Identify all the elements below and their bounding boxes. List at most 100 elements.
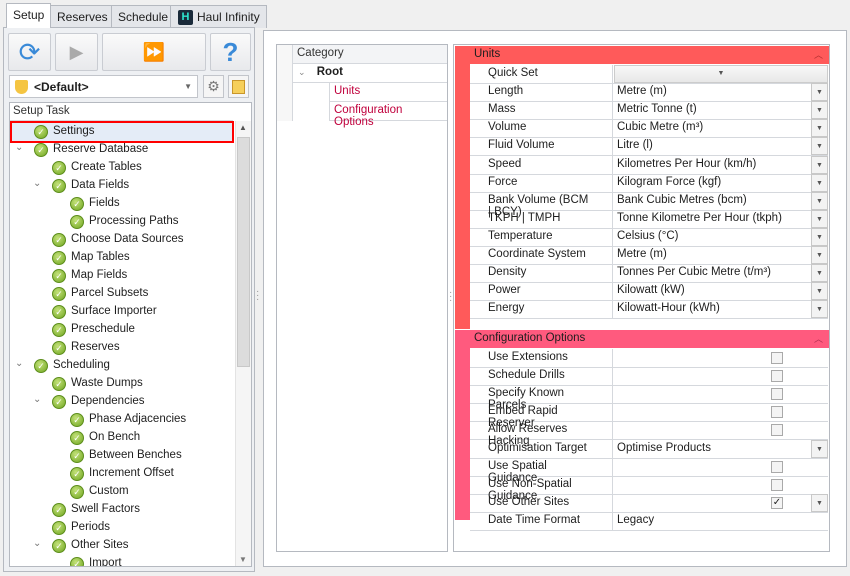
property-row[interactable]: Optimisation Target Optimise Products ▼ <box>470 439 828 459</box>
checkbox[interactable]: ✓ <box>771 496 783 509</box>
tree-item[interactable]: ✓ Map Tables <box>12 249 232 267</box>
chevron-down-icon[interactable]: ⌄ <box>33 538 41 549</box>
property-value[interactable]: Celsius (°C) <box>617 230 678 242</box>
dropdown-button[interactable]: ▼ <box>811 137 828 156</box>
property-row[interactable]: Fluid Volume Litre (l) ▼ <box>470 137 828 157</box>
dropdown-button[interactable]: ▼ <box>811 101 828 120</box>
tree-item[interactable]: ✓ Create Tables <box>12 159 232 177</box>
notes-button[interactable] <box>228 75 249 98</box>
tree-item[interactable]: ✓ Fields <box>12 195 232 213</box>
tree-item[interactable]: ✓ Processing Paths <box>12 213 232 231</box>
property-value[interactable]: Metric Tonne (t) <box>617 103 697 115</box>
dropdown-button[interactable]: ▼ <box>811 300 828 319</box>
splitter-handle[interactable]: · · · <box>449 288 452 306</box>
dropdown-button[interactable]: ▼ <box>811 493 828 512</box>
property-row[interactable]: Power Kilowatt (kW) ▼ <box>470 282 828 302</box>
tree-item[interactable]: ⌄ ✓ Reserve Database <box>12 141 232 159</box>
category-units[interactable]: Units <box>329 83 447 102</box>
splitter-handle[interactable]: · · · <box>256 287 259 305</box>
dropdown-button[interactable]: ▼ <box>811 227 828 246</box>
tree-item[interactable]: ⌄ ✓ Other Sites <box>12 537 232 555</box>
property-row[interactable]: Schedule Drills <box>470 367 828 387</box>
tree-item[interactable]: ✓ Parcel Subsets <box>12 285 232 303</box>
checkbox[interactable] <box>771 424 783 437</box>
settings-button[interactable]: ⚙ <box>203 75 224 98</box>
tree-item[interactable]: ⌄ ✓ Scheduling <box>12 357 232 375</box>
units-section-header[interactable]: Units ︿ <box>455 46 829 64</box>
dropdown-button[interactable]: ▼ <box>811 155 828 174</box>
property-row[interactable]: Energy Kilowatt-Hour (kWh) ▼ <box>470 300 828 320</box>
property-row[interactable]: Temperature Celsius (°C) ▼ <box>470 227 828 247</box>
tree-item[interactable]: ✓ Increment Offset <box>12 465 232 483</box>
property-value[interactable]: Bank Cubic Metres (bcm) <box>617 194 747 206</box>
property-value[interactable]: Metre (m) <box>617 85 667 97</box>
property-value[interactable]: Litre (l) <box>617 139 653 151</box>
tree-item[interactable]: ✓ Swell Factors <box>12 501 232 519</box>
property-value[interactable]: Metre (m) <box>617 248 667 260</box>
dropdown-button[interactable]: ▼ <box>811 83 828 102</box>
property-row[interactable]: Specify Known Parcels <box>470 385 828 411</box>
tab-reserves[interactable]: Reserves <box>50 5 115 28</box>
tree-item[interactable]: ✓ Settings <box>10 121 234 143</box>
tree-item[interactable]: ⌄ ✓ Dependencies <box>12 393 232 411</box>
checkbox[interactable] <box>771 460 783 473</box>
checkbox[interactable] <box>771 352 783 364</box>
property-row[interactable]: Coordinate System Metre (m) ▼ <box>470 246 828 265</box>
tree-item[interactable]: ✓ Between Benches <box>12 447 232 465</box>
property-value[interactable]: Legacy <box>617 514 654 526</box>
tree-item[interactable]: ✓ Surface Importer <box>12 303 232 321</box>
tree-item[interactable]: ✓ Import <box>12 555 232 566</box>
tree-item[interactable]: ⌄ ✓ Data Fields <box>12 177 232 195</box>
scroll-thumb[interactable] <box>237 137 250 367</box>
tree-item[interactable]: ✓ Reserves <box>12 339 232 357</box>
dropdown-button[interactable]: ▼ <box>811 246 828 264</box>
collapse-icon[interactable]: ︿ <box>814 332 823 345</box>
config-section-header[interactable]: Configuration Options ︿ <box>455 330 829 348</box>
tree-scrollbar[interactable]: ▲ ▼ <box>235 121 251 566</box>
property-row[interactable]: Quick Set ▼ <box>470 65 828 84</box>
chevron-down-icon[interactable]: ⌄ <box>33 178 41 189</box>
tree-item[interactable]: ✓ Periods <box>12 519 232 537</box>
dropdown-button[interactable]: ▼ <box>811 119 828 138</box>
property-value[interactable]: Tonne Kilometre Per Hour (tkph) <box>617 212 782 224</box>
chevron-down-icon[interactable]: ⌄ <box>33 394 41 405</box>
collapse-icon[interactable]: ︿ <box>814 48 823 61</box>
dropdown-button[interactable]: ▼ <box>811 282 828 301</box>
tree-item[interactable]: ✓ Custom <box>12 483 232 501</box>
property-row[interactable]: Length Metre (m) ▼ <box>470 83 828 103</box>
property-row[interactable]: Density Tonnes Per Cubic Metre (t/m³) ▼ <box>470 264 828 284</box>
dropdown-button[interactable]: ▼ <box>811 439 828 458</box>
property-row[interactable]: Volume Cubic Metre (m³) ▼ <box>470 119 828 139</box>
property-value[interactable]: Kilowatt (kW) <box>617 284 685 296</box>
tree-item[interactable]: ✓ Waste Dumps <box>12 375 232 393</box>
run-all-button[interactable]: ⏩ <box>102 33 206 71</box>
property-row[interactable]: Embed Rapid Reserver <box>470 403 828 429</box>
tab-schedule[interactable]: Schedule <box>111 5 176 28</box>
property-row[interactable]: Use Other Sites ✓ ▼ <box>470 493 828 513</box>
quick-set-dropdown[interactable]: ▼ <box>614 65 828 83</box>
property-value[interactable]: Tonnes Per Cubic Metre (t/m³) <box>617 266 771 278</box>
property-row[interactable]: Allow Reserves Hacking <box>470 421 828 447</box>
tree-item[interactable]: ✓ On Bench <box>12 429 232 447</box>
tab-haul-infinity[interactable]: H Haul Infinity <box>170 5 267 28</box>
run-button[interactable]: ▶ <box>55 33 98 71</box>
property-value[interactable]: Optimise Products <box>617 442 711 454</box>
tab-setup[interactable]: Setup <box>6 3 52 28</box>
chevron-down-icon[interactable]: ⌄ <box>15 142 23 153</box>
property-value[interactable]: Kilowatt-Hour (kWh) <box>617 302 720 314</box>
checkbox[interactable] <box>771 406 783 419</box>
property-row[interactable]: Use Non-Spatial Guidance <box>470 475 828 502</box>
checkbox[interactable] <box>771 370 783 383</box>
tree-item[interactable]: ✓ Map Fields <box>12 267 232 285</box>
scroll-down-icon[interactable]: ▼ <box>239 555 247 564</box>
property-row[interactable]: Bank Volume (BCM | BCY) Bank Cubic Metres… <box>470 191 828 218</box>
property-row[interactable]: Use Spatial Guidance <box>470 457 828 484</box>
property-value[interactable]: Kilogram Force (kgf) <box>617 176 721 188</box>
dropdown-button[interactable]: ▼ <box>811 191 828 210</box>
checkbox[interactable] <box>771 388 783 401</box>
dropdown-button[interactable]: ▼ <box>811 209 828 228</box>
tree-item[interactable]: ✓ Preschedule <box>12 321 232 339</box>
scroll-up-icon[interactable]: ▲ <box>239 123 247 132</box>
property-value[interactable]: Kilometres Per Hour (km/h) <box>617 158 756 170</box>
tree-item[interactable]: ✓ Phase Adjacencies <box>12 411 232 429</box>
